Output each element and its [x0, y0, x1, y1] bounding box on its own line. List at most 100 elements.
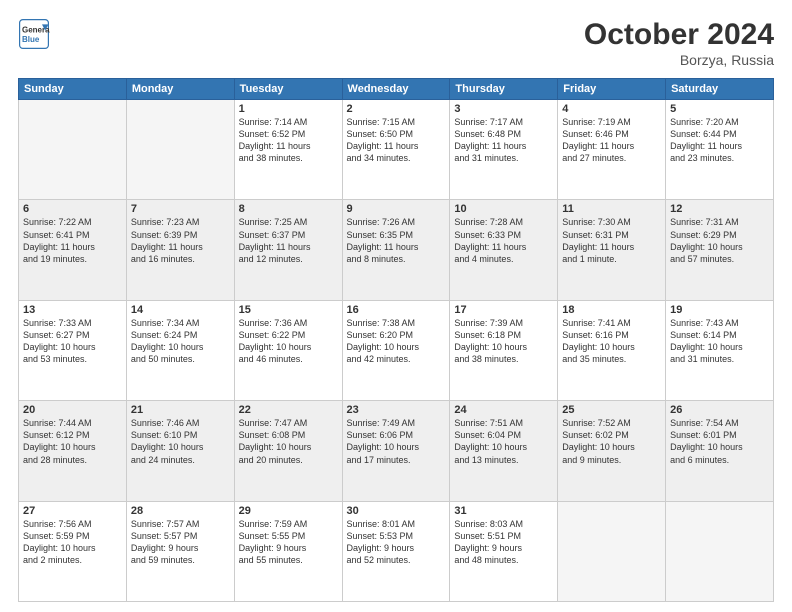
- day-number: 15: [239, 304, 338, 316]
- day-info: Sunrise: 7:38 AM Sunset: 6:20 PM Dayligh…: [347, 317, 446, 366]
- day-info: Sunrise: 7:22 AM Sunset: 6:41 PM Dayligh…: [23, 216, 122, 265]
- calendar-cell: 18Sunrise: 7:41 AM Sunset: 6:16 PM Dayli…: [558, 300, 666, 400]
- calendar-cell: 10Sunrise: 7:28 AM Sunset: 6:33 PM Dayli…: [450, 200, 558, 300]
- day-info: Sunrise: 7:54 AM Sunset: 6:01 PM Dayligh…: [670, 417, 769, 466]
- day-info: Sunrise: 7:33 AM Sunset: 6:27 PM Dayligh…: [23, 317, 122, 366]
- calendar-cell: 1Sunrise: 7:14 AM Sunset: 6:52 PM Daylig…: [234, 100, 342, 200]
- calendar-cell: [126, 100, 234, 200]
- day-info: Sunrise: 7:56 AM Sunset: 5:59 PM Dayligh…: [23, 518, 122, 567]
- day-info: Sunrise: 7:57 AM Sunset: 5:57 PM Dayligh…: [131, 518, 230, 567]
- day-info: Sunrise: 7:14 AM Sunset: 6:52 PM Dayligh…: [239, 116, 338, 165]
- day-number: 11: [562, 203, 661, 215]
- day-info: Sunrise: 7:19 AM Sunset: 6:46 PM Dayligh…: [562, 116, 661, 165]
- calendar-cell: 7Sunrise: 7:23 AM Sunset: 6:39 PM Daylig…: [126, 200, 234, 300]
- day-number: 20: [23, 404, 122, 416]
- day-number: 14: [131, 304, 230, 316]
- calendar-cell: 27Sunrise: 7:56 AM Sunset: 5:59 PM Dayli…: [19, 501, 127, 601]
- logo: General Blue: [18, 18, 50, 50]
- day-info: Sunrise: 7:36 AM Sunset: 6:22 PM Dayligh…: [239, 317, 338, 366]
- day-info: Sunrise: 7:52 AM Sunset: 6:02 PM Dayligh…: [562, 417, 661, 466]
- day-info: Sunrise: 7:44 AM Sunset: 6:12 PM Dayligh…: [23, 417, 122, 466]
- day-number: 8: [239, 203, 338, 215]
- weekday-header-wednesday: Wednesday: [342, 79, 450, 100]
- day-info: Sunrise: 7:23 AM Sunset: 6:39 PM Dayligh…: [131, 216, 230, 265]
- weekday-header-tuesday: Tuesday: [234, 79, 342, 100]
- calendar-cell: 25Sunrise: 7:52 AM Sunset: 6:02 PM Dayli…: [558, 401, 666, 501]
- weekday-header-monday: Monday: [126, 79, 234, 100]
- calendar-cell: 20Sunrise: 7:44 AM Sunset: 6:12 PM Dayli…: [19, 401, 127, 501]
- day-number: 3: [454, 103, 553, 115]
- day-info: Sunrise: 7:31 AM Sunset: 6:29 PM Dayligh…: [670, 216, 769, 265]
- day-info: Sunrise: 7:41 AM Sunset: 6:16 PM Dayligh…: [562, 317, 661, 366]
- day-number: 22: [239, 404, 338, 416]
- day-number: 24: [454, 404, 553, 416]
- calendar-cell: 6Sunrise: 7:22 AM Sunset: 6:41 PM Daylig…: [19, 200, 127, 300]
- week-row-2: 6Sunrise: 7:22 AM Sunset: 6:41 PM Daylig…: [19, 200, 774, 300]
- calendar-cell: 3Sunrise: 7:17 AM Sunset: 6:48 PM Daylig…: [450, 100, 558, 200]
- day-info: Sunrise: 7:26 AM Sunset: 6:35 PM Dayligh…: [347, 216, 446, 265]
- day-number: 27: [23, 505, 122, 517]
- calendar-cell: 12Sunrise: 7:31 AM Sunset: 6:29 PM Dayli…: [666, 200, 774, 300]
- day-info: Sunrise: 7:39 AM Sunset: 6:18 PM Dayligh…: [454, 317, 553, 366]
- day-number: 4: [562, 103, 661, 115]
- day-number: 28: [131, 505, 230, 517]
- day-info: Sunrise: 7:47 AM Sunset: 6:08 PM Dayligh…: [239, 417, 338, 466]
- day-number: 29: [239, 505, 338, 517]
- calendar-cell: 21Sunrise: 7:46 AM Sunset: 6:10 PM Dayli…: [126, 401, 234, 501]
- calendar-cell: 5Sunrise: 7:20 AM Sunset: 6:44 PM Daylig…: [666, 100, 774, 200]
- weekday-header-saturday: Saturday: [666, 79, 774, 100]
- day-number: 16: [347, 304, 446, 316]
- day-number: 10: [454, 203, 553, 215]
- calendar-cell: 4Sunrise: 7:19 AM Sunset: 6:46 PM Daylig…: [558, 100, 666, 200]
- week-row-1: 1Sunrise: 7:14 AM Sunset: 6:52 PM Daylig…: [19, 100, 774, 200]
- logo-icon: General Blue: [18, 18, 50, 50]
- day-info: Sunrise: 7:43 AM Sunset: 6:14 PM Dayligh…: [670, 317, 769, 366]
- calendar-cell: 15Sunrise: 7:36 AM Sunset: 6:22 PM Dayli…: [234, 300, 342, 400]
- day-number: 13: [23, 304, 122, 316]
- calendar-cell: [19, 100, 127, 200]
- calendar-cell: 24Sunrise: 7:51 AM Sunset: 6:04 PM Dayli…: [450, 401, 558, 501]
- day-number: 19: [670, 304, 769, 316]
- calendar-cell: 2Sunrise: 7:15 AM Sunset: 6:50 PM Daylig…: [342, 100, 450, 200]
- day-number: 12: [670, 203, 769, 215]
- day-info: Sunrise: 7:59 AM Sunset: 5:55 PM Dayligh…: [239, 518, 338, 567]
- calendar-cell: [558, 501, 666, 601]
- calendar-cell: 29Sunrise: 7:59 AM Sunset: 5:55 PM Dayli…: [234, 501, 342, 601]
- month-year: October 2024: [584, 18, 774, 52]
- day-number: 30: [347, 505, 446, 517]
- calendar-cell: 11Sunrise: 7:30 AM Sunset: 6:31 PM Dayli…: [558, 200, 666, 300]
- weekday-header-thursday: Thursday: [450, 79, 558, 100]
- calendar-cell: 28Sunrise: 7:57 AM Sunset: 5:57 PM Dayli…: [126, 501, 234, 601]
- day-info: Sunrise: 7:46 AM Sunset: 6:10 PM Dayligh…: [131, 417, 230, 466]
- day-info: Sunrise: 7:17 AM Sunset: 6:48 PM Dayligh…: [454, 116, 553, 165]
- calendar: SundayMondayTuesdayWednesdayThursdayFrid…: [18, 78, 774, 602]
- day-info: Sunrise: 7:51 AM Sunset: 6:04 PM Dayligh…: [454, 417, 553, 466]
- calendar-cell: 26Sunrise: 7:54 AM Sunset: 6:01 PM Dayli…: [666, 401, 774, 501]
- day-info: Sunrise: 7:30 AM Sunset: 6:31 PM Dayligh…: [562, 216, 661, 265]
- calendar-cell: [666, 501, 774, 601]
- day-number: 21: [131, 404, 230, 416]
- day-number: 6: [23, 203, 122, 215]
- day-number: 5: [670, 103, 769, 115]
- day-number: 26: [670, 404, 769, 416]
- day-info: Sunrise: 7:28 AM Sunset: 6:33 PM Dayligh…: [454, 216, 553, 265]
- title-block: October 2024 Borzya, Russia: [584, 18, 774, 68]
- day-number: 2: [347, 103, 446, 115]
- day-number: 25: [562, 404, 661, 416]
- calendar-cell: 14Sunrise: 7:34 AM Sunset: 6:24 PM Dayli…: [126, 300, 234, 400]
- day-number: 31: [454, 505, 553, 517]
- page: General Blue October 2024 Borzya, Russia…: [0, 0, 792, 612]
- week-row-4: 20Sunrise: 7:44 AM Sunset: 6:12 PM Dayli…: [19, 401, 774, 501]
- location: Borzya, Russia: [584, 52, 774, 68]
- calendar-cell: 23Sunrise: 7:49 AM Sunset: 6:06 PM Dayli…: [342, 401, 450, 501]
- day-number: 7: [131, 203, 230, 215]
- weekday-header-friday: Friday: [558, 79, 666, 100]
- day-info: Sunrise: 8:01 AM Sunset: 5:53 PM Dayligh…: [347, 518, 446, 567]
- calendar-cell: 17Sunrise: 7:39 AM Sunset: 6:18 PM Dayli…: [450, 300, 558, 400]
- day-number: 18: [562, 304, 661, 316]
- calendar-cell: 9Sunrise: 7:26 AM Sunset: 6:35 PM Daylig…: [342, 200, 450, 300]
- day-info: Sunrise: 7:34 AM Sunset: 6:24 PM Dayligh…: [131, 317, 230, 366]
- weekday-header-sunday: Sunday: [19, 79, 127, 100]
- day-number: 1: [239, 103, 338, 115]
- day-info: Sunrise: 8:03 AM Sunset: 5:51 PM Dayligh…: [454, 518, 553, 567]
